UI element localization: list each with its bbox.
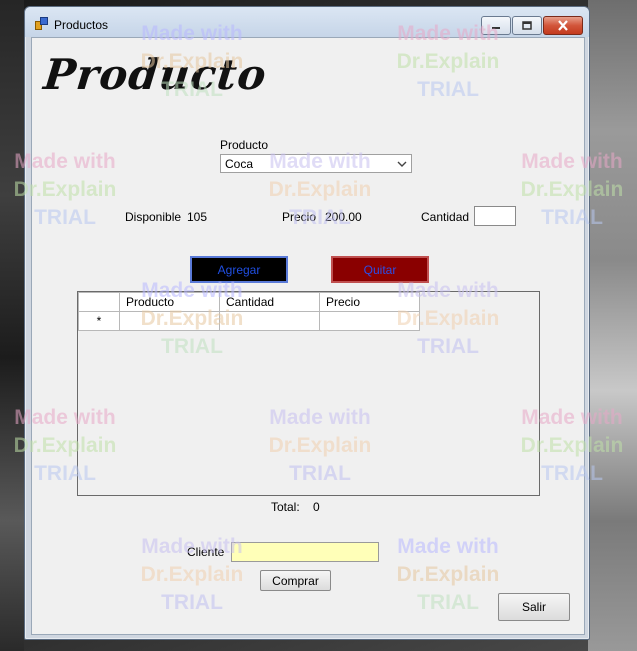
precio-value: 200.00 [325, 210, 362, 224]
precio-label: Precio [282, 210, 317, 224]
minimize-button[interactable] [481, 16, 511, 35]
row-header-corner [78, 292, 120, 312]
column-header-producto[interactable]: Producto [119, 292, 220, 312]
agregar-button[interactable]: Agregar [190, 256, 288, 283]
comprar-button[interactable]: Comprar [260, 570, 331, 591]
cantidad-label: Cantidad [421, 210, 470, 224]
window-title: Productos [54, 18, 109, 32]
desktop-background-right [588, 0, 637, 651]
new-row-producto-cell[interactable] [119, 311, 220, 331]
title-bar[interactable]: Productos [25, 7, 589, 37]
cliente-label: Cliente [187, 545, 225, 559]
producto-combobox[interactable]: Coca [220, 154, 412, 173]
grid-header-row: Producto Cantidad Precio [78, 292, 420, 312]
form-client-area: Producto Producto Coca Disponible 105 Pr… [31, 37, 585, 635]
disponible-value: 105 [187, 210, 208, 224]
producto-label: Producto [220, 138, 269, 152]
quitar-button[interactable]: Quitar [331, 256, 429, 283]
disponible-label: Disponible [125, 210, 182, 224]
minimize-icon [492, 26, 500, 29]
grid-table: Producto Cantidad Precio * [78, 292, 420, 331]
productos-grid[interactable]: Producto Cantidad Precio * [77, 291, 540, 496]
cliente-input[interactable] [231, 542, 379, 562]
total-label: Total: [271, 500, 300, 514]
cantidad-input[interactable] [474, 206, 516, 226]
column-header-cantidad[interactable]: Cantidad [219, 292, 320, 312]
close-button[interactable] [543, 16, 583, 35]
new-row-cantidad-cell[interactable] [219, 311, 320, 331]
salir-button[interactable]: Salir [498, 593, 570, 621]
new-row-precio-cell[interactable] [319, 311, 420, 331]
producto-selected-value: Coca [225, 157, 254, 171]
app-icon [35, 17, 48, 30]
column-header-precio[interactable]: Precio [319, 292, 420, 312]
productos-window: Productos Producto Producto Coca Disponi… [24, 6, 590, 640]
maximize-button[interactable] [512, 16, 542, 35]
producto-logo: Producto [41, 50, 270, 99]
maximize-icon [522, 20, 532, 30]
chevron-down-icon[interactable] [396, 157, 408, 170]
desktop-background-left [0, 0, 24, 651]
close-icon [558, 20, 568, 31]
total-value: 0 [313, 500, 320, 514]
grid-new-row[interactable]: * [78, 311, 420, 331]
new-row-marker: * [78, 311, 120, 331]
